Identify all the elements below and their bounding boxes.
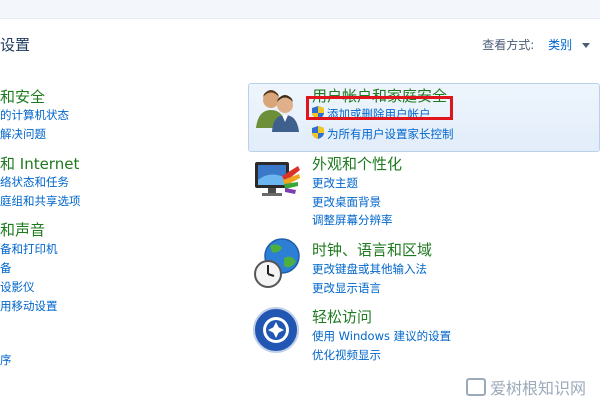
category-appearance-title[interactable]: 外观和个性化 — [312, 153, 402, 174]
link-change-keyboard-input[interactable]: 更改键盘或其他输入法 — [312, 261, 427, 277]
link-network-status[interactable]: 络状态和任务 — [0, 174, 69, 190]
watermark-logo-icon — [465, 378, 486, 396]
link-change-desktop-background[interactable]: 更改桌面背景 — [312, 194, 381, 210]
category-network-internet[interactable]: 和 Internet — [0, 153, 79, 174]
globe-clock-icon — [254, 238, 300, 288]
link-devices-printers[interactable]: 备和打印机 — [0, 241, 58, 257]
link-optimize-video-display[interactable]: 优化视频显示 — [312, 347, 381, 363]
category-clock-language-title[interactable]: 时钟、语言和区域 — [312, 239, 432, 260]
display-palette-icon — [255, 162, 300, 196]
link-troubleshoot[interactable]: 解决问题 — [0, 126, 46, 142]
watermark: 爱树根知识网 — [465, 375, 586, 399]
link-add-device[interactable]: 备 — [0, 260, 12, 276]
window-top-strip — [0, 0, 600, 19]
link-change-theme[interactable]: 更改主题 — [312, 175, 358, 191]
users-icon — [256, 90, 299, 132]
watermark-text: 爱树根知识网 — [489, 379, 586, 398]
chevron-down-icon[interactable] — [582, 43, 590, 48]
highlight-box — [306, 96, 453, 120]
link-adjust-resolution[interactable]: 调整屏幕分辨率 — [312, 212, 393, 228]
category-system-security[interactable]: 和安全 — [0, 86, 45, 107]
page-title: 设置 — [0, 36, 31, 54]
link-parental-controls[interactable]: 为所有用户设置家长控制 — [327, 126, 454, 142]
link-mobility-settings[interactable]: 用移动设置 — [0, 298, 58, 314]
link-windows-recommended-settings[interactable]: 使用 Windows 建议的设置 — [312, 328, 451, 344]
category-ease-of-access-title[interactable]: 轻松访问 — [312, 306, 372, 327]
uac-shield-icon — [312, 126, 324, 139]
view-by-control[interactable]: 查看方式: 类别 — [482, 36, 590, 53]
link-change-display-language[interactable]: 更改显示语言 — [312, 280, 381, 296]
link-homegroup-sharing[interactable]: 庭组和共享选项 — [0, 193, 81, 209]
category-hardware-sound[interactable]: 和声音 — [0, 219, 45, 240]
view-by-dropdown[interactable]: 类别 — [548, 38, 572, 52]
ease-of-access-icon — [253, 307, 299, 353]
link-connect-projector[interactable]: 设影仪 — [0, 279, 35, 295]
link-check-computer-status[interactable]: 的计算机状态 — [0, 107, 69, 123]
view-by-label: 查看方式: — [482, 38, 535, 52]
link-programs[interactable]: 序 — [0, 352, 12, 368]
